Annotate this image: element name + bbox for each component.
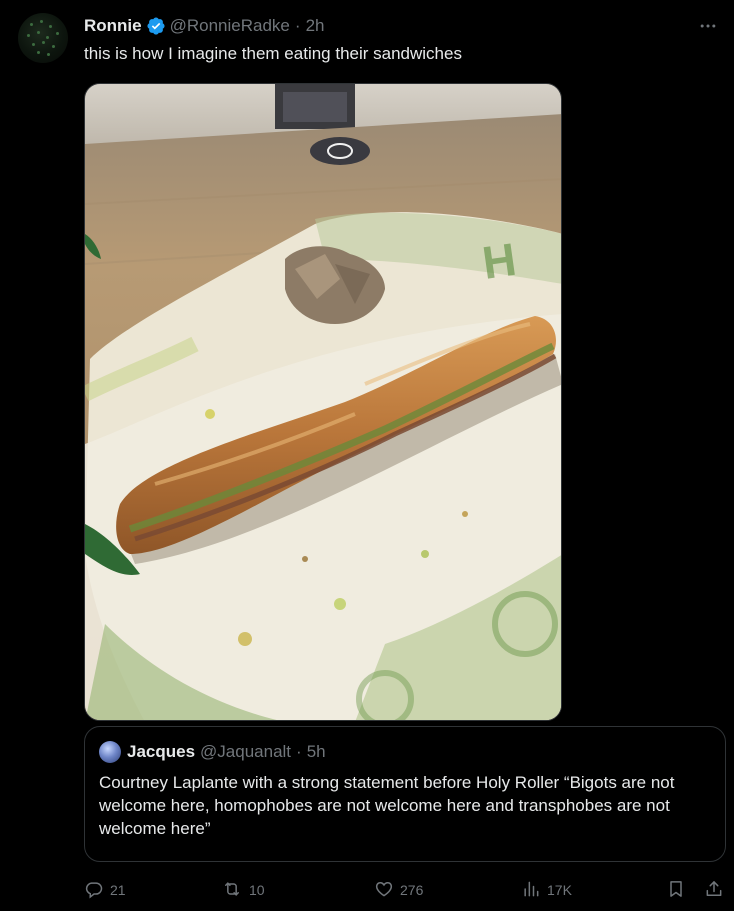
repost-icon bbox=[221, 879, 249, 902]
separator-dot: · bbox=[294, 16, 301, 35]
reply-button[interactable]: 21 bbox=[84, 877, 126, 903]
reply-count: 21 bbox=[110, 882, 126, 898]
like-button[interactable]: 276 bbox=[374, 877, 423, 903]
views-count: 17K bbox=[547, 882, 572, 898]
views-chart-icon bbox=[521, 879, 547, 902]
tweet-actions: 21 10 276 17K bbox=[84, 877, 726, 903]
quoted-tweet-text: Courtney Laplante with a strong statemen… bbox=[99, 773, 675, 838]
tweet: Ronnie @RonnieRadke · 2h this is how I i… bbox=[0, 0, 734, 911]
author-avatar[interactable] bbox=[18, 13, 68, 63]
quoted-tweet-header: Jacques @Jaquanalt · 5h bbox=[99, 741, 711, 763]
tweet-timestamp[interactable]: 2h bbox=[306, 16, 325, 36]
tweet-text: this is how I imagine them eating their … bbox=[84, 44, 462, 63]
verified-badge-icon bbox=[146, 16, 166, 36]
bookmark-button[interactable] bbox=[666, 877, 692, 903]
heart-icon bbox=[374, 879, 400, 902]
share-button[interactable] bbox=[704, 877, 730, 903]
like-count: 276 bbox=[400, 882, 424, 898]
repost-count: 10 bbox=[249, 882, 265, 898]
share-icon bbox=[704, 879, 730, 902]
quoted-author-name[interactable]: Jacques bbox=[127, 742, 195, 762]
separator-dot: · bbox=[296, 742, 302, 761]
repost-button[interactable]: 10 bbox=[221, 877, 265, 903]
tweet-photo[interactable]: H bbox=[84, 83, 562, 721]
quoted-tweet[interactable]: Jacques @Jaquanalt · 5h Courtney Laplant… bbox=[84, 726, 726, 862]
views-button[interactable]: 17K bbox=[521, 877, 572, 903]
quoted-author-handle[interactable]: @Jaquanalt bbox=[200, 742, 291, 762]
quoted-tweet-timestamp[interactable]: 5h bbox=[307, 742, 326, 762]
author-handle[interactable]: @RonnieRadke bbox=[170, 16, 290, 36]
quoted-author-avatar[interactable] bbox=[99, 741, 121, 763]
bookmark-icon bbox=[666, 879, 692, 902]
tweet-header: Ronnie @RonnieRadke · 2h bbox=[84, 14, 324, 38]
author-name[interactable]: Ronnie bbox=[84, 16, 142, 36]
more-horizontal-icon[interactable] bbox=[696, 14, 720, 38]
reply-icon bbox=[84, 879, 110, 902]
